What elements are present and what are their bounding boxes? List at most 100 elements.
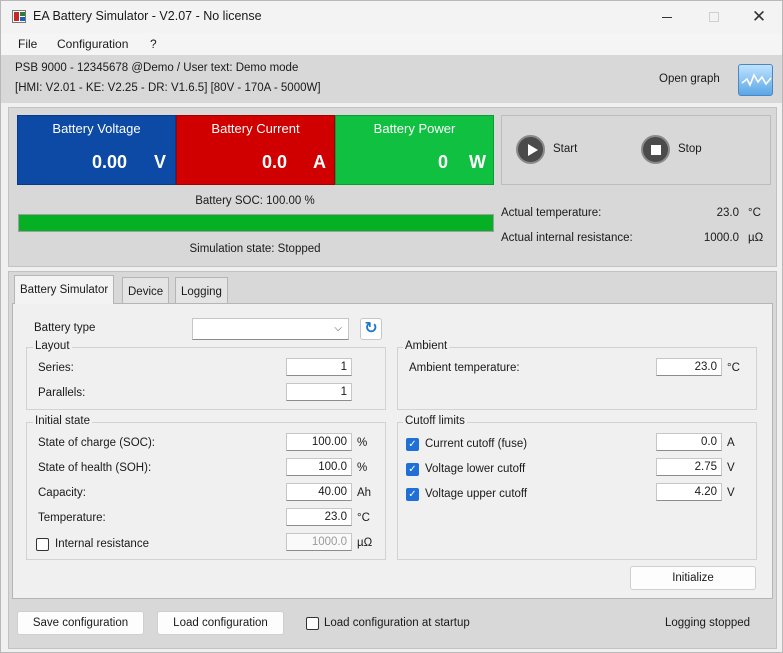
soc-label: Battery SOC: 100.00 % (195, 195, 315, 207)
minimize-icon (662, 16, 672, 18)
graph-icon[interactable] (738, 64, 773, 96)
actual-resistance-value: 1000.0 (703, 232, 739, 244)
menu-help[interactable]: ? (150, 37, 157, 51)
voltage-lower-cutoff-field[interactable]: 2.75 (656, 458, 722, 476)
simulation-controls: Start Stop (501, 115, 771, 185)
device-line: PSB 9000 - 12345678 @Demo / User text: D… (15, 62, 299, 74)
app-icon (12, 10, 26, 23)
stop-icon (651, 145, 661, 155)
logging-status: Logging stopped (665, 617, 751, 629)
soc-progress-fill (19, 215, 493, 231)
play-icon (528, 144, 538, 156)
initial-temperature-unit: °C (357, 512, 370, 524)
load-configuration-button[interactable]: Load configuration (157, 611, 284, 635)
device-info-area: PSB 9000 - 12345678 @Demo / User text: D… (1, 55, 782, 103)
current-cutoff-field[interactable]: 0.0 (656, 433, 722, 451)
initialize-button[interactable]: Initialize (630, 566, 756, 590)
battery-type-label: Battery type (34, 322, 96, 334)
voltage-tile: Battery Voltage 0.00 V (17, 115, 176, 185)
soh-label: State of health (SOH): (38, 462, 152, 474)
ambient-group-title: Ambient (403, 340, 450, 352)
series-field[interactable]: 1 (286, 358, 352, 376)
tab-battery-simulator[interactable]: Battery Simulator (14, 275, 115, 304)
soh-unit: % (357, 462, 368, 474)
voltage-upper-cutoff-field[interactable]: 4.20 (656, 483, 722, 501)
initial-temperature-field[interactable]: 23.0 (286, 508, 352, 526)
stop-button[interactable] (641, 135, 670, 164)
soc-field[interactable]: 100.00 (286, 433, 352, 451)
current-unit: A (313, 152, 326, 172)
voltage-lower-cutoff-checkbox[interactable]: ✓ (406, 463, 419, 476)
minimize-button[interactable] (644, 1, 690, 33)
capacity-label: Capacity: (38, 487, 86, 499)
ambient-group (397, 347, 757, 410)
window-title: EA Battery Simulator - V2.07 - No licens… (33, 9, 262, 23)
ambient-temperature-label: Ambient temperature: (409, 362, 520, 374)
actual-temperature-value: 23.0 (716, 207, 739, 219)
simulation-state: Simulation state: Stopped (189, 243, 321, 255)
capacity-unit: Ah (357, 487, 372, 499)
soh-field[interactable]: 100.0 (286, 458, 352, 476)
stop-label[interactable]: Stop (678, 143, 702, 155)
parallels-field[interactable]: 1 (286, 383, 352, 401)
voltage-title: Battery Voltage (52, 121, 141, 136)
capacity-field[interactable]: 40.00 (286, 483, 352, 501)
version-line: [HMI: V2.01 - KE: V2.25 - DR: V1.6.5] [8… (15, 82, 321, 94)
load-at-startup-checkbox[interactable] (306, 617, 319, 630)
current-cutoff-checkbox[interactable]: ✓ (406, 438, 419, 451)
open-graph-label[interactable]: Open graph (659, 73, 720, 85)
current-cutoff-unit: A (727, 437, 735, 449)
start-label[interactable]: Start (553, 143, 577, 155)
maximize-icon (709, 12, 719, 22)
actual-temperature-unit: °C (748, 207, 761, 219)
power-unit: W (469, 152, 486, 172)
status-panel: Battery Voltage 0.00 V Battery Current 0… (8, 107, 777, 267)
menu-file[interactable]: File (18, 37, 37, 51)
battery-type-select[interactable]: ⌵ (192, 318, 349, 340)
cutoff-limits-group-title: Cutoff limits (403, 415, 467, 427)
current-tile: Battery Current 0.0 A (176, 115, 335, 185)
menu-bar: File Configuration ? (1, 33, 782, 55)
tab-device[interactable]: Device (122, 277, 170, 303)
maximize-button[interactable] (691, 1, 737, 33)
menu-configuration[interactable]: Configuration (57, 37, 128, 51)
actual-resistance-label: Actual internal resistance: (501, 232, 633, 244)
internal-resistance-unit: µΩ (357, 537, 373, 549)
actual-temperature-label: Actual temperature: (501, 207, 602, 219)
voltage-lower-cutoff-label: Voltage lower cutoff (425, 463, 526, 475)
battery-simulator-page: Battery type ⌵ ↻ Layout Series: 1 Parall… (12, 303, 773, 599)
refresh-button[interactable]: ↻ (360, 318, 382, 340)
power-title: Battery Power (373, 121, 456, 136)
refresh-icon: ↻ (364, 320, 378, 337)
internal-resistance-label: Internal resistance (55, 538, 149, 550)
ambient-temperature-field[interactable]: 23.0 (656, 358, 722, 376)
current-cutoff-label: Current cutoff (fuse) (425, 438, 528, 450)
power-value: 0 (438, 152, 449, 172)
initial-state-group-title: Initial state (33, 415, 92, 427)
voltage-lower-cutoff-unit: V (727, 462, 735, 474)
settings-panel: Battery Simulator Device Logging Battery… (8, 271, 777, 649)
app-window: EA Battery Simulator - V2.07 - No licens… (0, 0, 783, 653)
soc-unit: % (357, 437, 368, 449)
layout-group-title: Layout (33, 340, 72, 352)
chevron-down-icon: ⌵ (334, 323, 342, 334)
parallels-label: Parallels: (38, 387, 86, 399)
voltage-upper-cutoff-unit: V (727, 487, 735, 499)
tab-logging[interactable]: Logging (175, 277, 228, 303)
start-button[interactable] (516, 135, 545, 164)
current-title: Battery Current (211, 121, 300, 136)
close-button[interactable]: ✕ (736, 1, 782, 33)
initial-temperature-label: Temperature: (38, 512, 106, 524)
current-value: 0.0 (262, 152, 288, 172)
internal-resistance-checkbox[interactable] (36, 538, 49, 551)
ambient-temperature-unit: °C (727, 362, 740, 374)
series-label: Series: (38, 362, 74, 374)
voltage-unit: V (154, 152, 167, 172)
close-icon: ✕ (751, 7, 767, 26)
load-at-startup-label: Load configuration at startup (324, 617, 470, 629)
voltage-upper-cutoff-checkbox[interactable]: ✓ (406, 488, 419, 501)
actual-resistance-unit: µΩ (748, 232, 764, 244)
save-configuration-button[interactable]: Save configuration (17, 611, 144, 635)
internal-resistance-field[interactable]: 1000.0 (286, 533, 352, 551)
soc-progress-bar (18, 214, 494, 232)
